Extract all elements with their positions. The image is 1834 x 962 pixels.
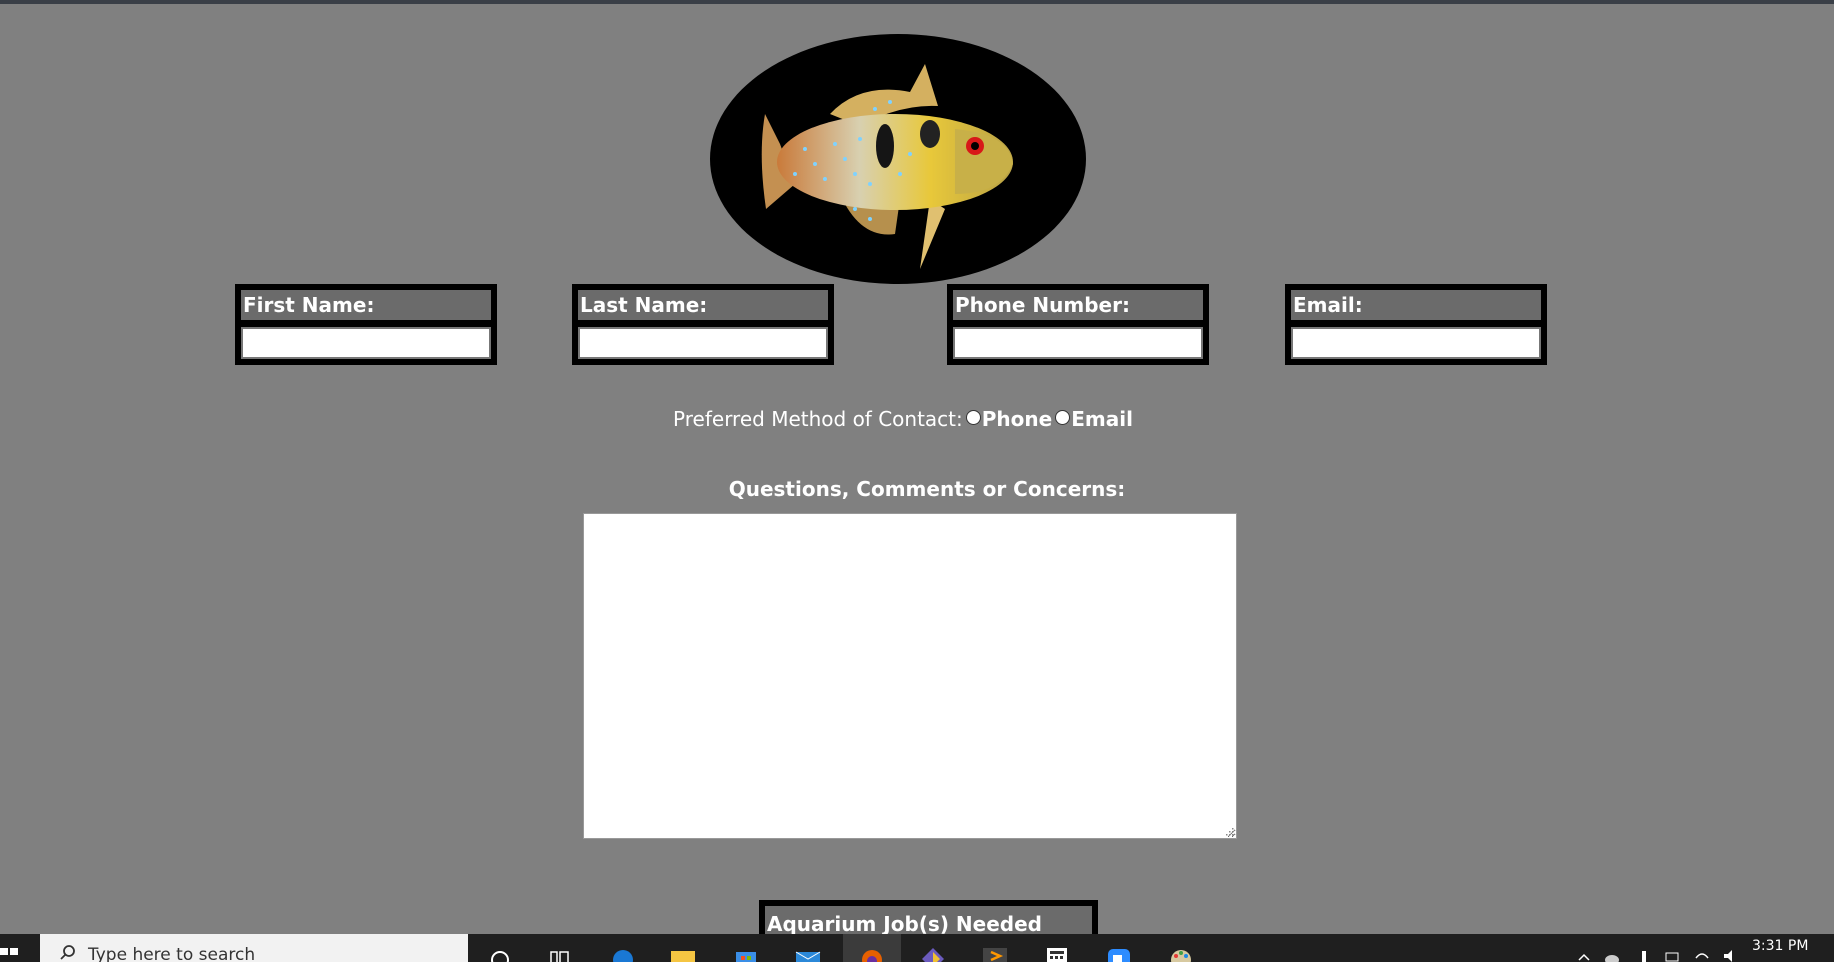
volume-icon[interactable] <box>1722 948 1738 962</box>
phone-number-label: Phone Number: <box>953 290 1203 320</box>
firefox-icon <box>862 950 882 962</box>
paint-icon[interactable] <box>1168 946 1194 962</box>
file-explorer-icon[interactable] <box>670 946 696 962</box>
calculator-icon[interactable] <box>1044 946 1070 962</box>
zoom-icon[interactable] <box>1106 946 1132 962</box>
email-label: Email: <box>1291 290 1541 320</box>
phone-radio-label: Phone <box>981 407 1053 431</box>
wifi-icon[interactable] <box>1694 948 1710 962</box>
cortana-icon[interactable] <box>487 946 513 962</box>
firefox-active-tab[interactable] <box>843 934 901 962</box>
app-icon[interactable] <box>920 946 946 962</box>
last-name-box: Last Name: <box>572 284 834 365</box>
preferred-contact-label: Preferred Method of Contact: <box>673 407 963 431</box>
windows-icon[interactable] <box>0 934 40 962</box>
comments-heading: Questions, Comments or Concerns: <box>728 477 1126 501</box>
task-view-icon[interactable] <box>547 946 573 962</box>
mail-icon[interactable] <box>795 946 821 962</box>
last-name-input[interactable] <box>578 327 828 359</box>
first-name-label: First Name: <box>241 290 491 320</box>
phone-number-input[interactable] <box>953 327 1203 359</box>
preferred-contact-row: Preferred Method of Contact: Phone Email <box>0 406 1834 432</box>
email-radio[interactable] <box>1055 410 1071 425</box>
usb-icon[interactable] <box>1636 948 1652 962</box>
email-input[interactable] <box>1291 327 1541 359</box>
first-name-box: First Name: <box>235 284 497 365</box>
taskbar: Type here to search 3:31 PM <box>0 934 1834 962</box>
email-radio-label: Email <box>1071 407 1133 431</box>
last-name-label: Last Name: <box>578 290 828 320</box>
chevron-up-icon[interactable] <box>1576 948 1592 962</box>
resize-grip-icon[interactable] <box>1224 826 1234 836</box>
edge-icon[interactable] <box>610 946 636 962</box>
ram-cichlid-illustration <box>761 64 1013 269</box>
search-placeholder: Type here to search <box>88 945 256 962</box>
phone-number-box: Phone Number: <box>947 284 1209 365</box>
onedrive-icon[interactable] <box>1604 948 1620 962</box>
top-border <box>0 0 1834 4</box>
search-icon <box>60 945 75 960</box>
taskbar-clock[interactable]: 3:31 PM <box>1752 938 1808 954</box>
phone-radio[interactable] <box>965 410 981 425</box>
first-name-input[interactable] <box>241 327 491 359</box>
comments-textarea[interactable] <box>583 513 1237 839</box>
fish-image <box>710 34 1086 284</box>
taskbar-search-box[interactable]: Type here to search <box>40 934 468 962</box>
store-icon[interactable] <box>733 946 759 962</box>
sublime-icon[interactable] <box>982 946 1008 962</box>
email-box: Email: <box>1285 284 1547 365</box>
network-icon[interactable] <box>1664 948 1680 962</box>
